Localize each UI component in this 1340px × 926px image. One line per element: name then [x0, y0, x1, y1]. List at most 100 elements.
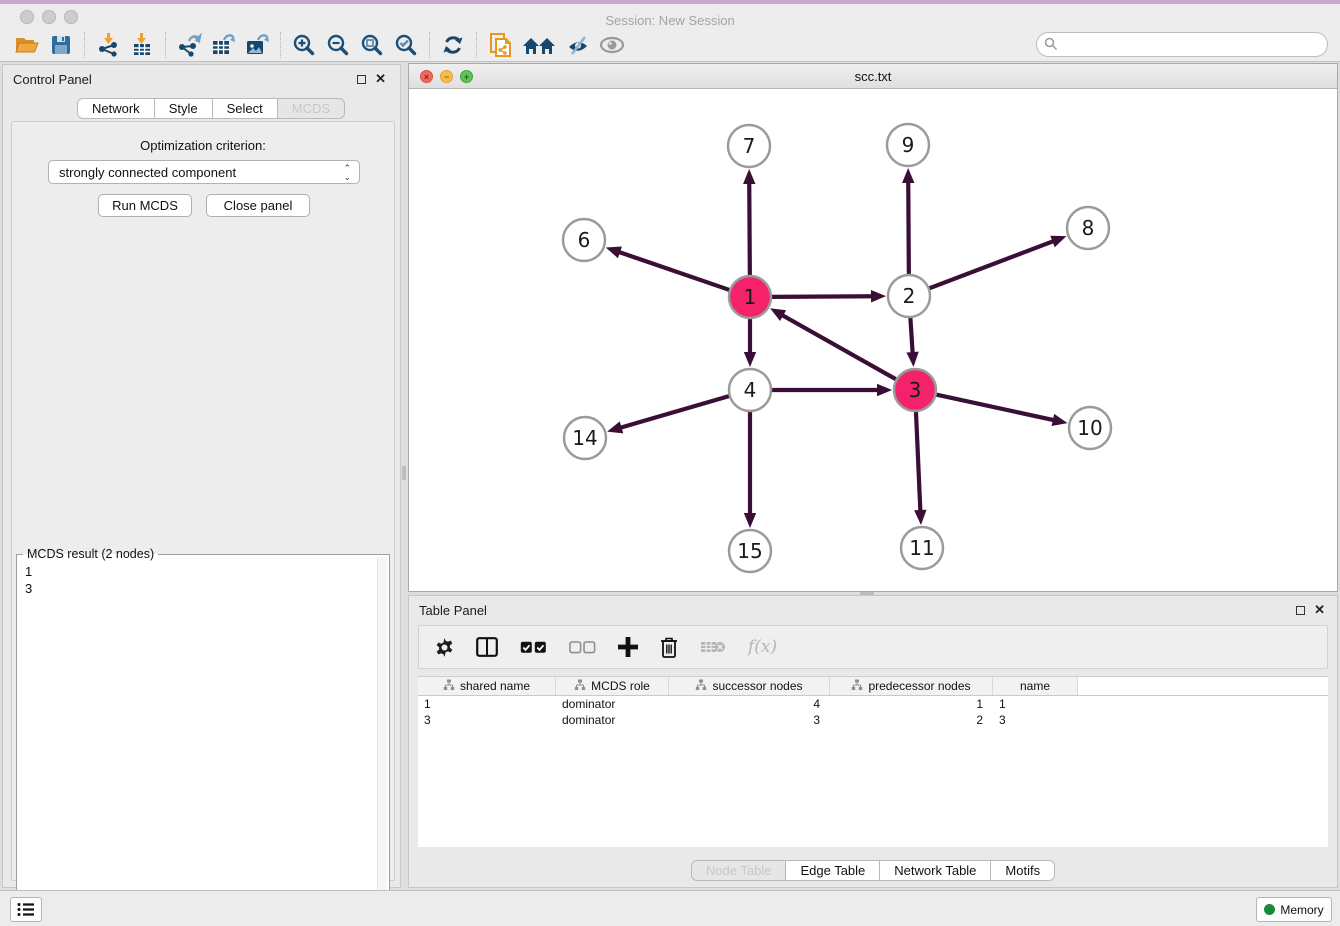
delete-table-icon[interactable] — [700, 639, 726, 655]
table-cell[interactable]: 3 — [669, 712, 830, 728]
float-table-panel-icon[interactable] — [1296, 606, 1305, 615]
column-header-label: MCDS role — [591, 679, 650, 693]
graph-edge-3-1[interactable] — [780, 314, 896, 380]
home-layout-button[interactable] — [517, 31, 561, 59]
zoom-selected-button[interactable] — [389, 31, 423, 59]
close-table-panel-icon[interactable]: ✕ — [1314, 602, 1325, 618]
table-cell[interactable]: 2 — [830, 712, 993, 728]
houses-icon — [521, 34, 557, 56]
table-row[interactable]: 1dominator411 — [418, 696, 1328, 712]
tab-select[interactable]: Select — [213, 98, 278, 119]
toolbar-separator — [165, 32, 166, 58]
import-network-button[interactable] — [91, 31, 125, 59]
status-bar: Memory — [0, 890, 1340, 926]
vertical-splitter-handle[interactable] — [402, 466, 406, 480]
table-cell[interactable]: dominator — [556, 696, 669, 712]
import-table-button[interactable] — [125, 31, 159, 59]
function-builder-icon[interactable]: f(x) — [748, 637, 777, 657]
add-column-icon[interactable] — [618, 637, 638, 657]
close-panel-icon[interactable]: ✕ — [375, 71, 386, 87]
tab-network[interactable]: Network — [77, 98, 155, 119]
zoom-out-button[interactable] — [321, 31, 355, 59]
node-table: shared name MCDS role successor nodesprede… — [418, 676, 1328, 847]
tab-mcds[interactable]: MCDS — [278, 98, 345, 119]
graph-node-label: 9 — [902, 133, 915, 157]
tab-style[interactable]: Style — [155, 98, 213, 119]
graph-edge-4-14[interactable] — [619, 396, 730, 428]
table-cell[interactable]: 3 — [993, 712, 1078, 728]
network-graph: 1234678910111415 — [409, 89, 1337, 591]
graph-edge-2-8[interactable] — [929, 240, 1056, 288]
result-scrollbar[interactable] — [377, 557, 387, 923]
column-type-icon — [574, 679, 586, 694]
graph-edge-1-7[interactable] — [749, 181, 750, 276]
graph-edge-2-3[interactable] — [910, 317, 912, 355]
export-table-icon — [210, 33, 236, 57]
graph-edge-3-10[interactable] — [936, 394, 1056, 420]
table-cell[interactable]: dominator — [556, 712, 669, 728]
select-all-columns-icon[interactable] — [520, 641, 547, 654]
hide-graphics-details-button[interactable] — [561, 31, 595, 59]
column-header-successor-nodes[interactable]: successor nodes — [669, 677, 830, 695]
graph-edge-arrowhead — [871, 290, 886, 302]
network-canvas[interactable]: 1234678910111415 — [409, 89, 1337, 591]
graph-edge-arrowhead — [1050, 236, 1066, 248]
table-cell[interactable]: 1 — [418, 696, 556, 712]
import-network-icon — [96, 33, 120, 57]
graph-edge-arrowhead — [744, 513, 756, 528]
table-panel-tabs: Node TableEdge TableNetwork TableMotifs — [409, 860, 1337, 881]
zoom-in-button[interactable] — [287, 31, 321, 59]
table-settings-gear-icon[interactable] — [435, 638, 454, 657]
delete-column-trash-icon[interactable] — [660, 637, 678, 658]
graph-edge-1-2[interactable] — [771, 296, 874, 297]
deselect-all-columns-icon[interactable] — [569, 641, 596, 654]
graph-edge-arrowhead — [914, 510, 926, 525]
column-header-shared-name[interactable]: shared name — [418, 677, 556, 695]
copy-network-button[interactable] — [483, 31, 517, 59]
graph-edge-3-11[interactable] — [916, 411, 921, 513]
table-cell[interactable]: 1 — [993, 696, 1078, 712]
toolbar-separator — [84, 32, 85, 58]
column-header-name[interactable]: name — [993, 677, 1078, 695]
criterion-dropdown[interactable]: strongly connected component ⌃⌄ — [48, 160, 360, 184]
control-panel: Control Panel ✕ NetworkStyleSelectMCDS O… — [2, 64, 401, 888]
table-cell[interactable]: 3 — [418, 712, 556, 728]
export-network-button[interactable] — [172, 31, 206, 59]
table-panel-title: Table Panel — [419, 603, 487, 618]
mcds-result-title: MCDS result (2 nodes) — [23, 547, 158, 561]
graph-edge-1-6[interactable] — [617, 251, 730, 290]
column-header-predecessor-nodes[interactable]: predecessor nodes — [830, 677, 993, 695]
column-header-MCDS-role[interactable]: MCDS role — [556, 677, 669, 695]
table-row[interactable]: 3dominator323 — [418, 712, 1328, 728]
tab-network-table[interactable]: Network Table — [880, 860, 991, 881]
tab-edge-table[interactable]: Edge Table — [786, 860, 880, 881]
graph-edge-2-9[interactable] — [908, 180, 909, 275]
save-session-button[interactable] — [44, 31, 78, 59]
run-mcds-button[interactable]: Run MCDS — [98, 194, 192, 217]
memory-button[interactable]: Memory — [1256, 897, 1332, 922]
search-input[interactable] — [1036, 32, 1328, 57]
graph-node-label: 1 — [744, 285, 757, 309]
dropdown-stepper-icon: ⌃⌄ — [343, 164, 351, 182]
export-image-button[interactable] — [240, 31, 274, 59]
float-panel-icon[interactable] — [357, 75, 366, 84]
table-body: 1dominator4113dominator323 — [418, 696, 1328, 728]
export-table-button[interactable] — [206, 31, 240, 59]
table-cell[interactable]: 1 — [830, 696, 993, 712]
export-image-icon — [244, 33, 270, 57]
refresh-icon — [441, 33, 465, 57]
tab-motifs[interactable]: Motifs — [991, 860, 1055, 881]
tab-node-table[interactable]: Node Table — [691, 860, 787, 881]
show-graphics-details-button[interactable] — [595, 31, 629, 59]
mcds-tab-content: Optimization criterion: strongly connect… — [11, 121, 395, 881]
zoom-fit-button[interactable] — [355, 31, 389, 59]
graph-node-label: 6 — [578, 228, 591, 252]
table-cell[interactable]: 4 — [669, 696, 830, 712]
refresh-view-button[interactable] — [436, 31, 470, 59]
search-field[interactable] — [1036, 32, 1328, 57]
task-history-button[interactable] — [10, 897, 42, 922]
graph-edge-arrowhead — [902, 168, 914, 183]
column-layout-icon[interactable] — [476, 637, 498, 657]
open-session-button[interactable] — [10, 31, 44, 59]
close-panel-button[interactable]: Close panel — [206, 194, 310, 217]
